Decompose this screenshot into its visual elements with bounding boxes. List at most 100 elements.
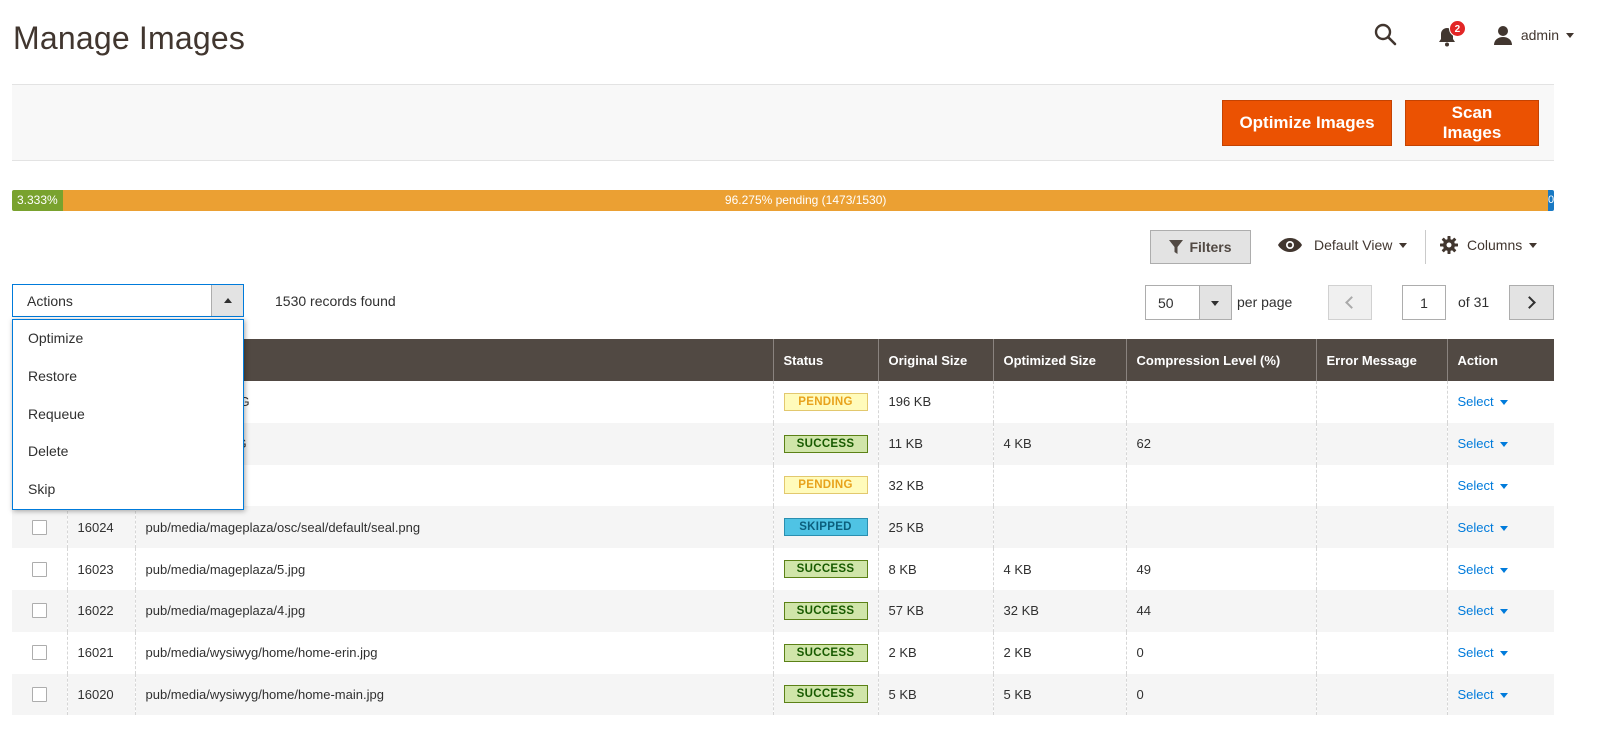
row-select-label: Select [1457,645,1494,661]
row-checkbox[interactable] [31,603,47,619]
row-select-action[interactable]: Select [1458,562,1508,577]
row-path: pub/media/wysiwyg/home/home-erin.jpg [134,631,773,674]
table-row[interactable]: 16022 pub/media/mageplaza/4.jpg SUCCESS 57 … [12,589,1554,632]
status-badge: PENDING [783,392,868,411]
row-checkbox[interactable] [31,519,47,535]
mass-action-restore[interactable]: Restore [13,358,243,396]
chevron-right-icon [1523,296,1536,309]
row-checkbox[interactable] [31,561,47,577]
mass-action-requeue[interactable]: Requeue [13,396,243,434]
status-badge: SUCCESS [783,601,868,620]
user-icon [1493,26,1512,45]
row-select-action[interactable]: Select [1458,687,1508,702]
total-pages-label: of 31 [1458,294,1490,310]
chevron-down-icon [1211,301,1219,306]
row-compression-level: 44 [1125,589,1316,632]
mass-action-delete[interactable]: Delete [13,433,243,471]
row-id: 16024 [66,506,135,549]
column-header-original-size[interactable]: Original Size [877,339,993,381]
table-row[interactable]: 16020 pub/media/wysiwyg/home/home-main.jp… [12,673,1554,716]
row-select-action[interactable]: Select [1458,394,1508,409]
chevron-down-icon [1499,693,1508,699]
row-select-action[interactable]: Select [1458,603,1508,618]
chevron-down-icon [1499,609,1508,615]
column-header-optimized-size[interactable]: Optimized Size [992,339,1126,381]
optimize-images-button[interactable]: Optimize Images [1222,100,1392,146]
row-select-action[interactable]: Select [1458,436,1508,451]
current-page-input[interactable]: 1 [1402,285,1446,320]
chevron-down-icon [1529,242,1538,248]
mass-actions-select[interactable]: Actions [12,284,244,317]
optimization-progress-bar: 3.333% 96.275% pending (1473/1530) 0 [12,190,1554,211]
mass-action-optimize[interactable]: Optimize [13,320,243,358]
chevron-down-icon [1399,242,1408,248]
next-page-button[interactable] [1509,285,1554,320]
row-error-message [1315,464,1447,507]
mass-action-skip[interactable]: Skip [13,471,243,509]
row-error-message [1315,631,1447,674]
table-row[interactable]: 16021 pub/media/wysiwyg/home/home-erin.jp… [12,631,1554,674]
row-optimized-size [992,381,1126,423]
page-header: Manage Images 2 admin [0,0,1600,84]
notifications-bell-icon[interactable]: 2 [1437,20,1466,48]
default-view-dropdown[interactable]: Default View [1278,237,1408,253]
row-compression-level [1125,381,1316,423]
status-badge: SUCCESS [783,685,868,704]
row-checkbox[interactable] [31,645,47,661]
row-select-action[interactable]: Select [1458,520,1508,535]
column-header-action: Action [1446,339,1554,381]
previous-page-button[interactable] [1328,285,1372,320]
row-status-cell: PENDING [772,381,878,423]
columns-label: Columns [1467,237,1523,253]
page-actions-bar: Optimize Images Scan Images [12,84,1554,161]
mass-actions-label: Actions [27,293,73,309]
column-header-error-message[interactable]: Error Message [1315,339,1447,381]
filters-button[interactable]: Filters [1150,230,1251,264]
row-original-size: 11 KB [877,422,993,465]
row-checkbox-cell [12,673,67,716]
per-page-toggle[interactable] [1199,285,1232,320]
row-action-cell: Select [1446,464,1554,507]
column-header-compression-level[interactable]: Compression Level (%) [1125,339,1316,381]
row-select-label: Select [1457,394,1494,410]
chevron-left-icon [1345,296,1358,309]
mass-actions-toggle[interactable] [211,285,243,316]
chevron-down-icon [1499,400,1508,406]
table-row[interactable]: 16024 pub/media/mageplaza/osc/seal/defaul… [12,506,1554,549]
row-action-cell: Select [1446,631,1554,674]
row-checkbox-cell [12,589,67,632]
row-id: 16021 [66,631,135,674]
row-error-message [1315,422,1447,465]
scan-images-button[interactable]: Scan Images [1405,100,1539,146]
chevron-down-icon [1566,32,1574,38]
row-path: pub/media/mageplaza/5.jpg [134,548,773,590]
status-badge: SUCCESS [783,560,868,579]
row-status-cell: PENDING [772,464,878,507]
status-badge: SUCCESS [783,643,868,662]
row-status-cell: SUCCESS [772,589,878,632]
row-action-cell: Select [1446,422,1554,465]
table-row[interactable]: 16023 pub/media/mageplaza/5.jpg SUCCESS 8 K… [12,548,1554,590]
row-compression-level: 0 [1125,673,1316,716]
row-optimized-size: 4 KB [992,422,1126,465]
row-id: 16022 [66,589,135,632]
per-page-input[interactable]: 50 [1145,285,1199,320]
row-optimized-size [992,506,1126,549]
chevron-down-icon [1499,442,1508,448]
row-select-action[interactable]: Select [1458,478,1508,493]
row-id: 16023 [66,548,135,590]
column-header-status[interactable]: Status [772,339,878,381]
header-actions: 2 admin [1373,20,1574,48]
search-icon[interactable] [1373,22,1399,48]
progress-success-segment: 3.333% [12,190,64,211]
row-original-size: 5 KB [877,673,993,716]
gear-icon [1440,236,1458,254]
status-badge: SKIPPED [783,518,868,537]
columns-dropdown[interactable]: Columns [1440,236,1538,254]
row-select-action[interactable]: Select [1458,645,1508,660]
row-checkbox[interactable] [31,686,47,702]
admin-user-menu[interactable]: admin [1493,25,1574,45]
row-path: pub/media/mageplaza/osc/seal/default/sea… [134,506,773,549]
progress-pending-segment: 96.275% pending (1473/1530) [63,190,1548,211]
row-error-message [1315,381,1447,423]
